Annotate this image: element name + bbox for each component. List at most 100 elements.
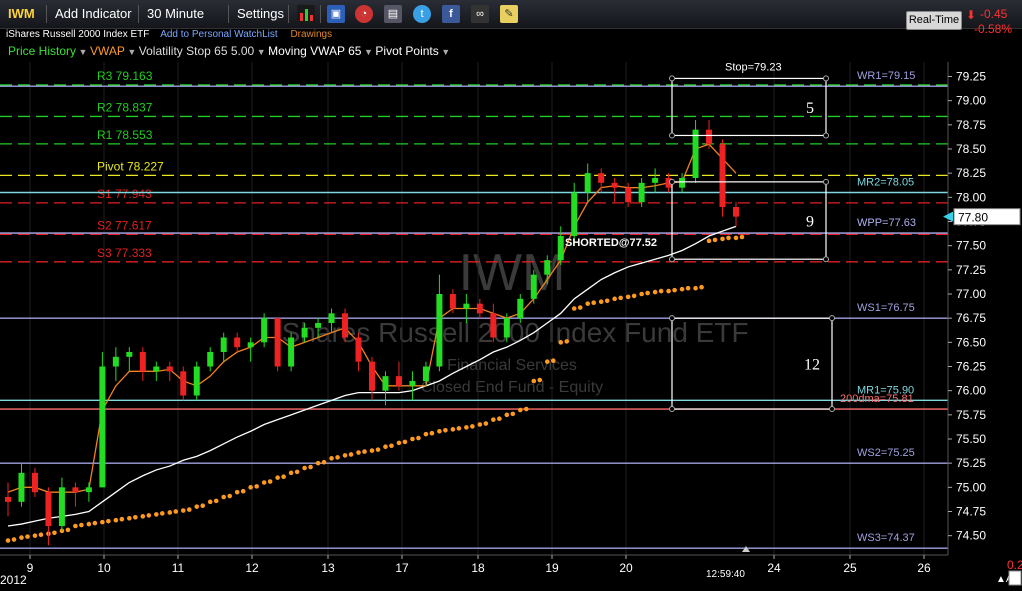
x-tick-label: 20 xyxy=(619,561,633,575)
volatility-stop-dot xyxy=(491,417,496,422)
volatility-stop-dot xyxy=(591,300,597,306)
candle-body xyxy=(503,318,510,338)
price-chart[interactable]: IWM iShares Russell 2000 Index Fund ETF … xyxy=(0,0,1022,591)
candle-body xyxy=(180,371,187,396)
y-tick-label: 74.75 xyxy=(956,505,986,519)
volatility-stop-dot xyxy=(450,427,456,432)
volatility-stop-dot xyxy=(119,516,125,522)
volatility-stop-dot xyxy=(86,521,92,527)
corner-button xyxy=(1008,570,1022,586)
candle-body xyxy=(638,182,645,203)
volatility-stop-dot xyxy=(106,518,111,524)
volatility-stop-dot xyxy=(604,298,610,304)
x-tick-label: 11 xyxy=(172,561,185,575)
y-tick-label: 76.25 xyxy=(956,360,986,374)
volatility-stop-dot xyxy=(194,504,200,509)
x-tick-label: 19 xyxy=(545,561,559,575)
candle-body xyxy=(409,381,416,386)
volatility-stop-dot xyxy=(510,411,516,417)
candle-body xyxy=(598,173,605,183)
weekly-label: WS1=76.75 xyxy=(857,302,915,314)
volatility-stop-dot xyxy=(739,234,745,240)
pivot-label: S2 77.617 xyxy=(97,218,152,232)
volatility-stop-dot xyxy=(464,425,469,430)
volatility-stop-dot xyxy=(437,428,442,434)
x-tick-label: 18 xyxy=(471,561,485,575)
volatility-stop-dot xyxy=(383,444,388,450)
y-tick-label: 77.25 xyxy=(956,263,986,277)
y-tick-label: 75.25 xyxy=(956,456,986,470)
volatility-stop-dot xyxy=(456,426,462,431)
x-tick-label: 25 xyxy=(843,561,857,575)
volatility-stop-dot xyxy=(679,286,685,292)
candle-body xyxy=(584,173,591,193)
volatility-stop-dot xyxy=(558,340,564,345)
candle-body xyxy=(517,298,524,319)
volatility-stop-dot xyxy=(531,378,537,384)
volatility-stop-dot xyxy=(666,288,671,294)
candle-body xyxy=(193,366,200,396)
scroll-up-icon xyxy=(742,546,750,552)
y-tick-label: 78.50 xyxy=(956,142,986,156)
pivot-label: Pivot 78.227 xyxy=(97,159,164,173)
bottom-right-value: 0.25 xyxy=(1007,558,1022,572)
volatility-stop-dot xyxy=(315,460,321,466)
box-label: 9 xyxy=(806,214,814,231)
volatility-stop-dot xyxy=(483,421,489,426)
candle-body xyxy=(369,361,375,391)
candle-body xyxy=(395,376,402,386)
volatility-stop-dot xyxy=(73,523,78,529)
volatility-stop-dot xyxy=(693,285,698,291)
volatility-stop-dot xyxy=(153,512,159,517)
volatility-stop-dot xyxy=(308,464,313,470)
volatility-stop-dot xyxy=(598,299,604,305)
y-tick-label: 78.00 xyxy=(956,190,986,204)
volatility-stop-dot xyxy=(672,287,677,293)
volatility-stop-dot xyxy=(133,515,138,520)
volatility-stop-dot xyxy=(207,499,213,505)
weekly-label: WR1=79.15 xyxy=(857,70,915,82)
candle-body xyxy=(18,472,25,502)
volatility-stop-dot xyxy=(146,513,152,518)
volatility-stop-dot xyxy=(329,456,334,461)
volatility-stop-dot xyxy=(186,507,192,512)
volatility-stop-dot xyxy=(443,428,448,433)
volatility-stop-dot xyxy=(402,439,408,445)
volatility-stop-dot xyxy=(410,436,415,442)
candle-body xyxy=(234,337,241,348)
volatility-stop-dot xyxy=(11,537,17,542)
volatility-stop-dot xyxy=(267,479,273,484)
volatility-stop-dot xyxy=(733,235,739,241)
volatility-stop-dot xyxy=(302,465,307,471)
volatility-stop-dot xyxy=(685,285,691,291)
volatility-stop-dot xyxy=(571,306,577,311)
candle-body xyxy=(247,342,254,348)
volatility-stop-dot xyxy=(564,339,570,344)
watermark-category: Closed End Fund - Equity xyxy=(421,379,603,396)
volatility-stop-dot xyxy=(517,407,523,413)
candle-body xyxy=(112,356,119,367)
y-tick-label: 77.00 xyxy=(956,287,986,301)
y-tick-label: 78.75 xyxy=(956,118,986,132)
candle-body xyxy=(557,236,564,261)
x-tick-label: 17 xyxy=(395,561,409,575)
candle-body xyxy=(342,313,349,338)
volatility-stop-dot xyxy=(726,235,731,241)
volatility-stop-dot xyxy=(585,301,591,306)
volatility-stop-dot xyxy=(100,519,105,525)
box-handle xyxy=(669,75,675,82)
candle-body xyxy=(463,303,470,309)
weekly-label: WS3=74.37 xyxy=(857,532,915,544)
volatility-stop-dot xyxy=(550,358,556,364)
box-handle xyxy=(669,132,675,139)
y-tick-label: 78.25 xyxy=(956,166,986,180)
volatility-stop-dot xyxy=(470,424,475,429)
candle-body xyxy=(153,366,160,372)
candle-body xyxy=(315,323,322,328)
y-tick-label: 74.50 xyxy=(956,529,986,543)
pivot-label: R2 78.837 xyxy=(97,100,153,114)
volatility-stop-dot xyxy=(639,291,644,297)
candle-body xyxy=(692,129,699,178)
watermark-sector: Financial Services xyxy=(447,357,577,374)
volatility-stop-dot xyxy=(261,480,267,485)
